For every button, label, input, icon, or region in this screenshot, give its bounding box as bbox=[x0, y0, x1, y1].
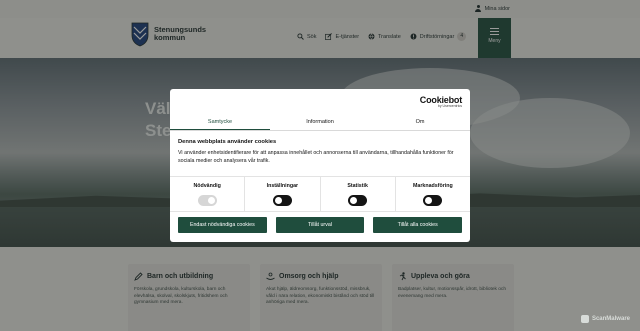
watermark-text: ScanMalware bbox=[591, 316, 630, 322]
tab-about[interactable]: Om bbox=[370, 115, 470, 130]
toggle-marketing: Marknadsföring bbox=[396, 177, 470, 211]
toggle-label: Inställningar bbox=[266, 183, 299, 189]
toggle-label: Nödvändig bbox=[193, 183, 221, 189]
toggle-label: Marknadsföring bbox=[413, 183, 453, 189]
consent-toggles: Nödvändig Inställningar Statistik Markna… bbox=[170, 176, 470, 212]
dialog-body: Denna webbplats använder cookies Vi anvä… bbox=[178, 139, 462, 165]
allow-selection-button[interactable]: Tillåt urval bbox=[275, 217, 365, 233]
dialog-tabs: Samtycke Information Om bbox=[170, 115, 470, 131]
statistics-toggle[interactable] bbox=[348, 195, 368, 206]
toggle-necessary: Nödvändig bbox=[170, 177, 246, 211]
tab-information[interactable]: Information bbox=[270, 115, 370, 130]
toggle-label: Statistik bbox=[347, 183, 368, 189]
watermark-icon bbox=[580, 315, 589, 323]
scanmalware-watermark: ScanMalware bbox=[580, 315, 630, 323]
dialog-heading: Denna webbplats använder cookies bbox=[178, 139, 277, 145]
dialog-buttons: Endast nödvändiga cookies Tillåt urval T… bbox=[178, 217, 463, 233]
necessary-toggle bbox=[197, 195, 217, 206]
cookie-consent-dialog: Cookiebot by Usercentrics Samtycke Infor… bbox=[170, 89, 470, 242]
marketing-toggle[interactable] bbox=[423, 195, 443, 206]
tab-consent[interactable]: Samtycke bbox=[170, 115, 270, 130]
cookiebot-logo: Cookiebot by Usercentrics bbox=[420, 95, 462, 108]
allow-all-button[interactable]: Tillåt alla cookies bbox=[373, 217, 463, 233]
dialog-text: Vi använder enhetsidentifierare för att … bbox=[178, 150, 454, 164]
toggle-preferences: Inställningar bbox=[245, 177, 321, 211]
preferences-toggle[interactable] bbox=[272, 195, 292, 206]
toggle-statistics: Statistik bbox=[321, 177, 396, 211]
necessary-only-button[interactable]: Endast nödvändiga cookies bbox=[178, 217, 267, 233]
